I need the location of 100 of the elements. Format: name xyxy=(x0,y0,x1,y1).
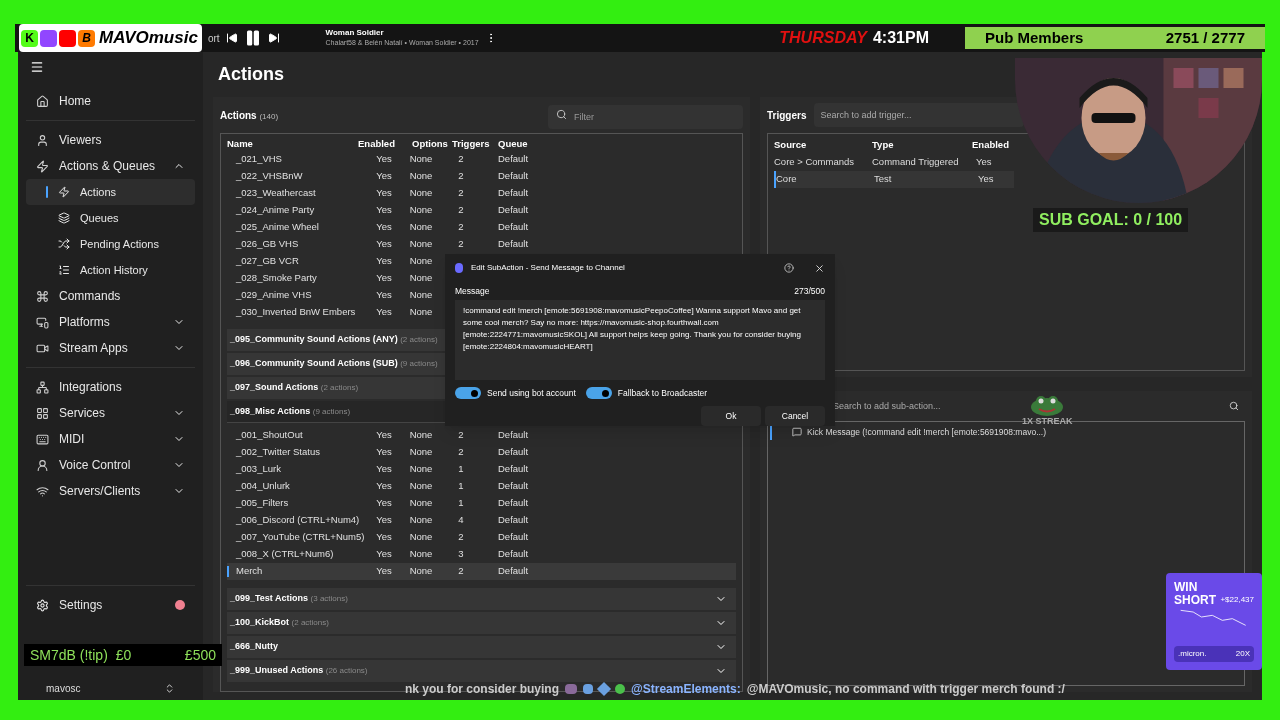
table-cell-text: 2 xyxy=(457,152,465,167)
table-cell-text: Yes xyxy=(375,305,393,320)
table-cell-text: _026_GB VHS xyxy=(235,237,300,252)
table-cell-text: _005_Filters xyxy=(235,496,290,511)
table-cell: Default xyxy=(498,152,529,167)
table-cell-text: Yes xyxy=(375,288,393,303)
table-cell-text: None xyxy=(408,254,434,269)
table-cell-text: Merch xyxy=(235,564,264,579)
table-cell-text: _029_Anime VHS xyxy=(235,288,313,303)
ad-multiplier: 20X xyxy=(1235,648,1250,660)
char-counter: 273/500 xyxy=(794,284,825,298)
table-cell-text: _030_Inverted BnW Embers xyxy=(235,305,357,320)
table-cell: Default xyxy=(498,547,529,562)
table-cell-text: None xyxy=(408,169,434,184)
table-cell-text: Core > Commands xyxy=(774,155,855,170)
table-cell-text: _023_Weathercast xyxy=(235,186,317,201)
table-cell-text: _008_X (CTRL+Num6) xyxy=(235,547,335,562)
table-cell-text: Yes xyxy=(375,254,393,269)
table-cell-text: _004_Unlurk xyxy=(235,479,291,494)
table-cell-text: 1 xyxy=(457,496,465,511)
table-cell-text: None xyxy=(408,305,434,320)
table-cell-text: 2 xyxy=(457,169,465,184)
ad-brand: .micron. xyxy=(1178,648,1207,660)
panel-title: Actions (140) xyxy=(220,108,280,123)
table-cell-text: 1 xyxy=(457,462,465,477)
group-title: _099_Test Actions (3 actions) xyxy=(230,592,348,606)
sub-goal-label: SUB GOAL: 0 / 100 xyxy=(1033,208,1189,232)
table-cell-text: _021_VHS xyxy=(235,152,283,167)
table-cell-text: None xyxy=(408,479,434,494)
weekday: THURSDAY xyxy=(779,28,867,48)
table-cell-text: _027_GB VCR xyxy=(235,254,300,269)
table-cell-text: _002_Twitter Status xyxy=(235,445,321,460)
table-cell-text: Yes xyxy=(375,496,393,511)
table-cell-text: 4 xyxy=(457,513,465,528)
clock: 4:31PM xyxy=(872,28,929,48)
table-cell: Default xyxy=(498,479,529,494)
table-cell-text: Yes xyxy=(375,152,393,167)
ad-amount: +$22,437 xyxy=(1220,594,1254,606)
table-cell-text: 2 xyxy=(457,220,465,235)
table-cell-text: None xyxy=(408,530,434,545)
group-title: _096_Community Sound Actions (SUB) (9 actions) xyxy=(230,357,438,371)
table-cell-text: Yes xyxy=(375,547,393,562)
table-cell-text: Core xyxy=(776,172,798,187)
table-cell-text: None xyxy=(408,271,434,286)
table-cell: Default xyxy=(498,220,529,235)
group-title: _666_Nutty xyxy=(230,640,279,654)
table-cell: Default xyxy=(498,530,529,545)
table-cell-text: None xyxy=(408,445,434,460)
table-cell: Default xyxy=(498,513,529,528)
table-cell-text: _006_Discord (CTRL+Num4) xyxy=(235,513,361,528)
tip-label: SM7dB (!tip) xyxy=(30,645,108,665)
streak-label: 1X STREAK xyxy=(1022,416,1073,426)
group-title: _098_Misc Actions (9 actions) xyxy=(230,404,351,418)
table-cell-text: 2 xyxy=(457,564,465,579)
table-cell-text: 2 xyxy=(457,428,465,443)
table-cell-text: _022_VHSBnW xyxy=(235,169,304,184)
group-title: _097_Sound Actions (2 actions) xyxy=(230,381,359,395)
table-cell-text: _028_Smoke Party xyxy=(235,271,318,286)
toggle-label: Fallback to Broadcaster xyxy=(617,386,708,400)
ticker-text: nk you for consider buying xyxy=(405,681,559,698)
logo: K B MAVOmusic xyxy=(19,24,202,52)
table-cell-text: Test xyxy=(874,172,893,187)
table-cell-text: 2 xyxy=(457,445,465,460)
table-cell: Default xyxy=(498,203,529,218)
table-cell-text: _003_Lurk xyxy=(235,462,282,477)
table-cell-text: Command Triggered xyxy=(872,155,960,170)
table-cell-text: Yes xyxy=(375,203,393,218)
table-cell-text: Yes xyxy=(375,186,393,201)
table-cell-text: None xyxy=(408,547,434,562)
field-label: Message xyxy=(455,284,490,298)
table-cell-text: Yes xyxy=(375,271,393,286)
table-cell-text: Yes xyxy=(375,445,393,460)
page-title: Actions xyxy=(217,63,285,86)
group-title: _095_Community Sound Actions (ANY) (2 actions) xyxy=(230,333,438,347)
table-cell-text: None xyxy=(408,462,434,477)
table-cell-text: Yes xyxy=(375,237,393,252)
table-cell-text: 2 xyxy=(457,237,465,252)
table-cell-text: None xyxy=(408,496,434,511)
table-cell: Default xyxy=(498,564,529,579)
table-cell-text: None xyxy=(408,237,434,252)
table-cell: Default xyxy=(498,496,529,511)
tip-goal: £500 xyxy=(184,645,216,665)
table-cell-text: None xyxy=(408,428,434,443)
table-cell-text: _024_Anime Party xyxy=(235,203,316,218)
table-cell: Yes xyxy=(976,155,992,170)
table-cell-text: None xyxy=(408,564,434,579)
table-cell-text: None xyxy=(408,203,434,218)
dialog-title: Edit SubAction - Send Message to Channel xyxy=(471,262,626,274)
table-cell: Default xyxy=(498,169,529,184)
ad-headline: SHORT xyxy=(1174,594,1216,607)
ticker-message: @MAVOmusic, no command with trigger merch found :/ xyxy=(746,681,1065,698)
table-cell-text: _007_YouTube (CTRL+Num5) xyxy=(235,530,366,545)
group-title: _999_Unused Actions (26 actions) xyxy=(230,664,368,678)
table-cell-text: _001_ShoutOut xyxy=(235,428,304,443)
table-cell-text: Yes xyxy=(375,462,393,477)
table-cell-text: Yes xyxy=(375,479,393,494)
table-cell-text: 1 xyxy=(457,479,465,494)
panel-title: Triggers xyxy=(767,108,807,123)
table-cell-text: Yes xyxy=(375,220,393,235)
table-cell-text: 2 xyxy=(457,203,465,218)
